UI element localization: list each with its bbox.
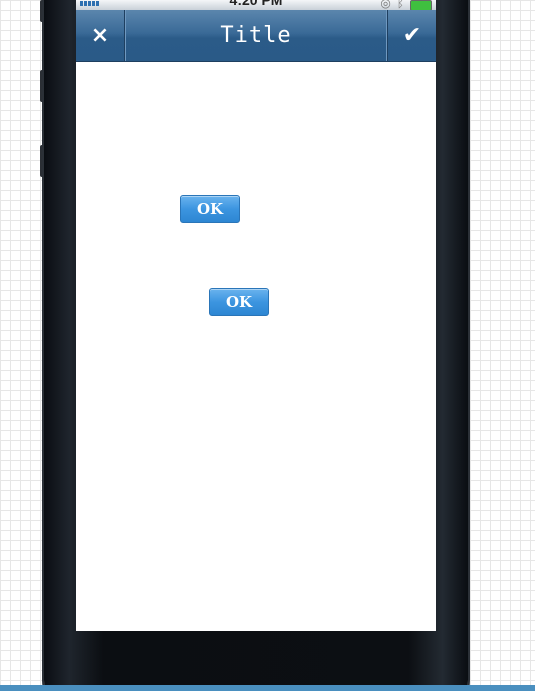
page-title: Title xyxy=(220,23,292,48)
ok-button[interactable]: OK xyxy=(180,195,240,223)
cancel-button[interactable]: × xyxy=(76,10,125,61)
ok-button-secondary[interactable]: OK xyxy=(209,288,269,316)
navigation-bar: × Title ✔ xyxy=(76,10,436,62)
close-icon: × xyxy=(90,23,110,48)
phone-screen: 4:20 PM ◎ ᛒ × Title ✔ OK OK xyxy=(76,0,436,631)
bluetooth-icon: ᛒ xyxy=(396,0,404,10)
bottom-edge xyxy=(0,685,535,691)
confirm-button[interactable]: ✔ xyxy=(387,10,436,61)
location-icon: ◎ xyxy=(380,0,391,10)
battery-icon xyxy=(410,0,432,10)
status-icons: ◎ ᛒ xyxy=(380,0,432,10)
checkmark-icon: ✔ xyxy=(402,23,422,48)
status-bar: 4:20 PM ◎ ᛒ xyxy=(76,0,436,10)
